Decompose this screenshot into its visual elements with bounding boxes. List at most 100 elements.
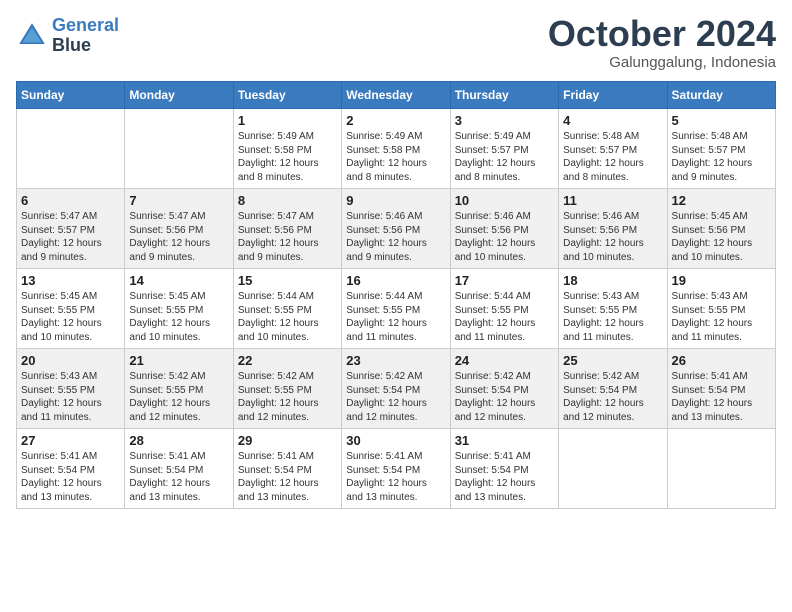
day-number: 27 [21, 433, 120, 448]
day-number: 4 [563, 113, 662, 128]
day-info: Sunrise: 5:41 AM Sunset: 5:54 PM Dayligh… [455, 450, 554, 504]
day-info: Sunrise: 5:41 AM Sunset: 5:54 PM Dayligh… [672, 370, 771, 424]
day-number: 19 [672, 273, 771, 288]
calendar-cell: 22 Sunrise: 5:42 AM Sunset: 5:55 PM Dayli… [233, 349, 341, 429]
calendar-cell [125, 109, 233, 189]
logo-line1: General [52, 15, 119, 35]
day-number: 15 [238, 273, 337, 288]
day-info: Sunrise: 5:42 AM Sunset: 5:55 PM Dayligh… [129, 370, 228, 424]
calendar-cell: 3 Sunrise: 5:49 AM Sunset: 5:57 PM Daylig… [450, 109, 558, 189]
day-info: Sunrise: 5:45 AM Sunset: 5:55 PM Dayligh… [21, 290, 120, 344]
logo-text: General Blue [52, 16, 119, 56]
day-number: 23 [346, 353, 445, 368]
calendar-cell: 24 Sunrise: 5:42 AM Sunset: 5:54 PM Dayli… [450, 349, 558, 429]
calendar-cell: 10 Sunrise: 5:46 AM Sunset: 5:56 PM Dayli… [450, 189, 558, 269]
day-number: 24 [455, 353, 554, 368]
calendar-cell: 18 Sunrise: 5:43 AM Sunset: 5:55 PM Dayli… [559, 269, 667, 349]
day-info: Sunrise: 5:49 AM Sunset: 5:57 PM Dayligh… [455, 130, 554, 184]
calendar-cell: 23Sunrise: 5:42 AM Sunset: 5:54 PM Dayli… [342, 349, 450, 429]
calendar-cell: 25 Sunrise: 5:42 AM Sunset: 5:54 PM Dayli… [559, 349, 667, 429]
weekday-header-saturday: Saturday [667, 82, 775, 109]
month-title: October 2024 [548, 16, 776, 52]
calendar-cell: 16Sunrise: 5:44 AM Sunset: 5:55 PM Dayli… [342, 269, 450, 349]
calendar-cell: 27Sunrise: 5:41 AM Sunset: 5:54 PM Dayli… [17, 429, 125, 509]
day-info: Sunrise: 5:47 AM Sunset: 5:56 PM Dayligh… [129, 210, 228, 264]
weekday-header-sunday: Sunday [17, 82, 125, 109]
day-info: Sunrise: 5:49 AM Sunset: 5:58 PM Dayligh… [238, 130, 337, 184]
calendar-cell: 4 Sunrise: 5:48 AM Sunset: 5:57 PM Daylig… [559, 109, 667, 189]
day-number: 14 [129, 273, 228, 288]
day-number: 6 [21, 193, 120, 208]
calendar-week-row: 13 Sunrise: 5:45 AM Sunset: 5:55 PM Dayli… [17, 269, 776, 349]
calendar-cell: 19 Sunrise: 5:43 AM Sunset: 5:55 PM Dayli… [667, 269, 775, 349]
day-info: Sunrise: 5:44 AM Sunset: 5:55 PM Dayligh… [238, 290, 337, 344]
day-number: 5 [672, 113, 771, 128]
calendar-table: SundayMondayTuesdayWednesdayThursdayFrid… [16, 81, 776, 509]
day-number: 17 [455, 273, 554, 288]
day-info: Sunrise: 5:46 AM Sunset: 5:56 PM Dayligh… [563, 210, 662, 264]
calendar-cell: 26 Sunrise: 5:41 AM Sunset: 5:54 PM Dayli… [667, 349, 775, 429]
day-number: 10 [455, 193, 554, 208]
day-info: Sunrise: 5:41 AM Sunset: 5:54 PM Dayligh… [238, 450, 337, 504]
calendar-cell [559, 429, 667, 509]
calendar-cell: 5 Sunrise: 5:48 AM Sunset: 5:57 PM Daylig… [667, 109, 775, 189]
page-header: General Blue October 2024 Galunggalung, … [16, 16, 776, 71]
day-info: Sunrise: 5:43 AM Sunset: 5:55 PM Dayligh… [21, 370, 120, 424]
weekday-header-thursday: Thursday [450, 82, 558, 109]
day-info: Sunrise: 5:41 AM Sunset: 5:54 PM Dayligh… [129, 450, 228, 504]
day-number: 20 [21, 353, 120, 368]
day-info: Sunrise: 5:42 AM Sunset: 5:54 PM Dayligh… [563, 370, 662, 424]
day-number: 22 [238, 353, 337, 368]
day-info: Sunrise: 5:45 AM Sunset: 5:55 PM Dayligh… [129, 290, 228, 344]
day-info: Sunrise: 5:43 AM Sunset: 5:55 PM Dayligh… [563, 290, 662, 344]
day-number: 13 [21, 273, 120, 288]
day-info: Sunrise: 5:42 AM Sunset: 5:55 PM Dayligh… [238, 370, 337, 424]
calendar-cell: 28 Sunrise: 5:41 AM Sunset: 5:54 PM Dayli… [125, 429, 233, 509]
calendar-cell: 11 Sunrise: 5:46 AM Sunset: 5:56 PM Dayli… [559, 189, 667, 269]
day-info: Sunrise: 5:47 AM Sunset: 5:57 PM Dayligh… [21, 210, 120, 264]
day-info: Sunrise: 5:46 AM Sunset: 5:56 PM Dayligh… [346, 210, 445, 264]
day-info: Sunrise: 5:48 AM Sunset: 5:57 PM Dayligh… [563, 130, 662, 184]
day-info: Sunrise: 5:42 AM Sunset: 5:54 PM Dayligh… [455, 370, 554, 424]
location-subtitle: Galunggalung, Indonesia [548, 54, 776, 71]
calendar-cell: 14 Sunrise: 5:45 AM Sunset: 5:55 PM Dayli… [125, 269, 233, 349]
day-number: 9 [346, 193, 445, 208]
calendar-cell: 31Sunrise: 5:41 AM Sunset: 5:54 PM Dayli… [450, 429, 558, 509]
calendar-cell: 7Sunrise: 5:47 AM Sunset: 5:56 PM Daylig… [125, 189, 233, 269]
day-info: Sunrise: 5:43 AM Sunset: 5:55 PM Dayligh… [672, 290, 771, 344]
weekday-header-monday: Monday [125, 82, 233, 109]
day-number: 26 [672, 353, 771, 368]
calendar-cell [17, 109, 125, 189]
day-number: 25 [563, 353, 662, 368]
day-number: 11 [563, 193, 662, 208]
day-info: Sunrise: 5:48 AM Sunset: 5:57 PM Dayligh… [672, 130, 771, 184]
logo-icon [16, 20, 48, 52]
title-section: October 2024 Galunggalung, Indonesia [548, 16, 776, 71]
day-number: 3 [455, 113, 554, 128]
calendar-cell: 30Sunrise: 5:41 AM Sunset: 5:54 PM Dayli… [342, 429, 450, 509]
weekday-header-row: SundayMondayTuesdayWednesdayThursdayFrid… [17, 82, 776, 109]
calendar-cell: 21Sunrise: 5:42 AM Sunset: 5:55 PM Dayli… [125, 349, 233, 429]
day-info: Sunrise: 5:49 AM Sunset: 5:58 PM Dayligh… [346, 130, 445, 184]
calendar-cell: 8 Sunrise: 5:47 AM Sunset: 5:56 PM Daylig… [233, 189, 341, 269]
day-info: Sunrise: 5:45 AM Sunset: 5:56 PM Dayligh… [672, 210, 771, 264]
day-number: 8 [238, 193, 337, 208]
day-info: Sunrise: 5:44 AM Sunset: 5:55 PM Dayligh… [455, 290, 554, 344]
day-number: 18 [563, 273, 662, 288]
day-number: 1 [238, 113, 337, 128]
day-info: Sunrise: 5:46 AM Sunset: 5:56 PM Dayligh… [455, 210, 554, 264]
calendar-week-row: 27 Sunrise: 5:41 AM Sunset: 5:54 PM Dayli… [17, 429, 776, 509]
weekday-header-tuesday: Tuesday [233, 82, 341, 109]
calendar-week-row: 20 Sunrise: 5:43 AM Sunset: 5:55 PM Dayli… [17, 349, 776, 429]
calendar-cell: 29Sunrise: 5:41 AM Sunset: 5:54 PM Dayli… [233, 429, 341, 509]
day-number: 2 [346, 113, 445, 128]
day-info: Sunrise: 5:47 AM Sunset: 5:56 PM Dayligh… [238, 210, 337, 264]
weekday-header-friday: Friday [559, 82, 667, 109]
day-info: Sunrise: 5:41 AM Sunset: 5:54 PM Dayligh… [346, 450, 445, 504]
calendar-cell: 9 Sunrise: 5:46 AM Sunset: 5:56 PM Daylig… [342, 189, 450, 269]
calendar-cell: 13 Sunrise: 5:45 AM Sunset: 5:55 PM Dayli… [17, 269, 125, 349]
calendar-cell: 20 Sunrise: 5:43 AM Sunset: 5:55 PM Dayli… [17, 349, 125, 429]
calendar-week-row: 6 Sunrise: 5:47 AM Sunset: 5:57 PM Daylig… [17, 189, 776, 269]
day-number: 28 [129, 433, 228, 448]
day-number: 16 [346, 273, 445, 288]
